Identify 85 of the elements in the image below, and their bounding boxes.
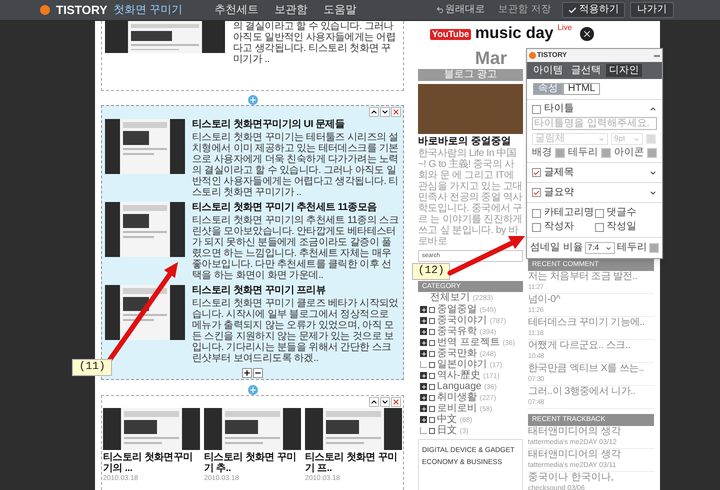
option-label: 글요약 bbox=[544, 188, 574, 198]
annotation-label: (12) bbox=[412, 263, 450, 280]
post-summary: 의 결실이라고 할 수 있습니다. 그러나 아직도 일반적인 사용자들에게는 어렵다고 생각됩니다. 티스토리 첫화면 꾸미기가 .. bbox=[233, 21, 397, 67]
expand-icon[interactable] bbox=[420, 306, 427, 313]
option-label: 섬네일 비율 bbox=[530, 243, 583, 253]
checkmark-icon bbox=[533, 168, 540, 176]
post-title[interactable]: 티스토리 첫화면꾸미기의 ... bbox=[103, 452, 200, 474]
color-swatch[interactable] bbox=[601, 148, 611, 158]
panel-tab[interactable]: 글선택 bbox=[568, 64, 604, 77]
post-title[interactable]: 티스토리 첫화면 꾸미기 추천세트 11종모음 bbox=[192, 202, 400, 214]
nav-link[interactable]: 보관함 bbox=[274, 4, 308, 16]
remove-button[interactable] bbox=[253, 368, 263, 378]
option-label: 타이틀 bbox=[544, 104, 574, 114]
undo-icon bbox=[436, 6, 444, 14]
checkbox[interactable] bbox=[532, 188, 541, 197]
post-title[interactable]: 티스토리 첫화면꾸미기의 UI 문제들 bbox=[192, 119, 400, 131]
undo-link[interactable]: 원래대로 bbox=[436, 5, 486, 15]
up-chevron-icon bbox=[370, 108, 378, 116]
annotation-label: (11) bbox=[72, 359, 112, 376]
checkbox[interactable] bbox=[532, 208, 541, 218]
color-swatch[interactable] bbox=[647, 148, 657, 158]
nav-link[interactable]: 추천세트 bbox=[214, 4, 258, 16]
post-summary: 티스토리 첫화면 꾸미기의 추천세트 11종의 스크린샷을 모아보았습니다. 안타깝게도 베타테스터가 되지 못하신 분들에게 조금이라도 갈증이 풀렸으면 하는 느낌입니다. 추천세트 자체는 매우 좋아보입니다. 다만 추천세트를 클릭한 이후 선택을 하는 화면이 화면 가운데.. bbox=[192, 215, 400, 281]
expand-icon[interactable] bbox=[420, 416, 427, 423]
option-label: 작성자 bbox=[544, 222, 574, 232]
blog-description: 한국사람의 Life In 中国~! G to 主義! 중국의 사회와 문 에 그리고 IT에 관심을 가지고 있는 고대민족사 전공의 중얼 역사학도입니다. 중국에서 구르 는 이야기를 진진하게 쓰고 싶 분입니다. by 바로바로 bbox=[418, 148, 523, 247]
color-label: 배경 bbox=[532, 148, 552, 158]
color-label: 아이콘 bbox=[614, 148, 644, 158]
mode-toggle[interactable]: HTML bbox=[563, 83, 600, 95]
page-title: 첫화면 꾸미기 bbox=[113, 4, 182, 16]
checkmark-icon bbox=[533, 188, 540, 196]
check-icon bbox=[568, 6, 577, 14]
expand-icon[interactable] bbox=[420, 317, 427, 324]
down-chevron-icon bbox=[381, 398, 389, 406]
close-icon bbox=[392, 108, 400, 116]
expand-icon[interactable] bbox=[420, 328, 427, 335]
checkbox[interactable] bbox=[594, 208, 604, 218]
down-chevron-icon bbox=[381, 108, 389, 116]
apply-button[interactable]: 적용하기 bbox=[562, 2, 625, 18]
nav-link[interactable]: 도움말 bbox=[323, 4, 356, 16]
plus-icon bbox=[243, 369, 251, 377]
post-summary: 티스토리 첫화면 꾸미기는 테터툴즈 시리즈의 설치형에서 이미 제공하고 있는 테터데스크를 기본으로 사용자에게 더욱 친숙하게 다가가려는 노력의 결실이라고 할 수 있습니다. 그러나 아직도 일반적인 사용자들에게는 어렵다고 생각됩니다. 티스토리 첫화면 꾸미기가 .. bbox=[192, 132, 400, 198]
close-button[interactable] bbox=[391, 397, 401, 407]
expand-icon[interactable] bbox=[420, 350, 427, 357]
close-button[interactable] bbox=[391, 107, 401, 117]
post-title[interactable]: 티스토리 첫화면 꾸미기 프.. bbox=[305, 452, 402, 474]
add-button[interactable] bbox=[242, 368, 252, 378]
expand-icon[interactable] bbox=[420, 383, 427, 390]
move-up-button[interactable] bbox=[369, 397, 379, 407]
brand-logo: YouTube bbox=[430, 28, 472, 40]
post-summary: 티스토리 첫화면 꾸미기 클로즈 베타가 시작되었습니다. 시작시에 일부 블로그에서 정상적으로 메뉴가 출력되지 않는 오류가 있었으며, 아직 모든 스킨을 지원하지 않는 문제가 있는 것으로 보입니다. 기다리시는 분들을 위해서 간단한 스크린샷부터 보여드리도록 하겠.. bbox=[192, 298, 400, 364]
banner-subtitle: Mar bbox=[475, 47, 508, 69]
color-swatch[interactable] bbox=[648, 243, 659, 253]
color-swatch[interactable] bbox=[555, 148, 565, 158]
option-label: 글제목 bbox=[544, 168, 574, 178]
minimize-icon[interactable] bbox=[654, 54, 660, 56]
panel-tab[interactable]: 디자인 bbox=[606, 64, 642, 77]
expand-icon[interactable] bbox=[420, 339, 427, 346]
checkbox[interactable] bbox=[532, 222, 541, 232]
blog-title: 바로바로의 중얼중얼 bbox=[418, 136, 512, 148]
live-label: Live bbox=[557, 24, 572, 32]
ratio-select[interactable]: 7:4 bbox=[584, 242, 615, 254]
exit-button[interactable]: 나가기 bbox=[630, 2, 674, 18]
checkbox[interactable] bbox=[594, 222, 604, 232]
checkbox[interactable] bbox=[532, 168, 541, 177]
banner-title: music day bbox=[475, 26, 554, 42]
option-label: 작성일 bbox=[606, 222, 636, 232]
expand-icon[interactable] bbox=[420, 394, 427, 401]
close-icon bbox=[392, 398, 400, 406]
save-link[interactable]: 보관함 저장 bbox=[498, 5, 551, 15]
post-title[interactable]: 티스토리 첫화면 꾸미기 추.. bbox=[204, 452, 301, 474]
post-title[interactable]: 티스토리 첫화면 꾸미기 프리뷰 bbox=[192, 285, 400, 297]
up-chevron-icon bbox=[370, 398, 378, 406]
option-label: 테두리 bbox=[616, 243, 647, 253]
color-label: 테두리 bbox=[568, 148, 598, 158]
ad-bar: 블로그 광고 bbox=[418, 69, 523, 81]
move-down-button[interactable] bbox=[380, 397, 390, 407]
move-down-button[interactable] bbox=[380, 107, 390, 117]
option-label: 카테고리명 bbox=[544, 208, 594, 218]
expand-icon[interactable] bbox=[420, 405, 427, 412]
panel-tab[interactable]: 아이템 bbox=[530, 64, 566, 77]
logo[interactable]: TISTORY bbox=[56, 4, 108, 16]
expand-icon[interactable] bbox=[420, 372, 427, 379]
move-up-button[interactable] bbox=[369, 107, 379, 117]
option-label: 댓글수 bbox=[606, 208, 636, 218]
